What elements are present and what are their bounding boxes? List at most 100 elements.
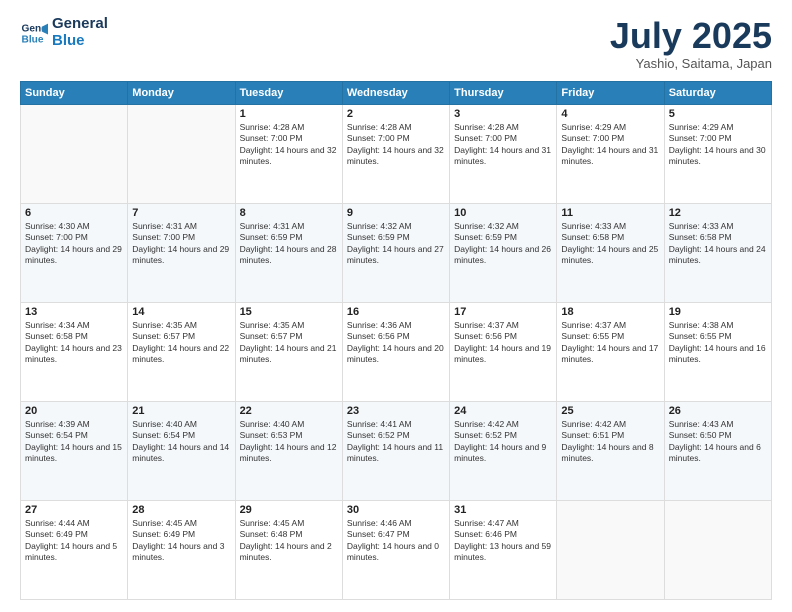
calendar-cell: 12 Sunrise: 4:33 AM Sunset: 6:58 PM Dayli… [664,203,771,302]
week-row-5: 27 Sunrise: 4:44 AM Sunset: 6:49 PM Dayli… [21,500,772,599]
week-row-1: 1 Sunrise: 4:28 AM Sunset: 7:00 PM Daylig… [21,104,772,203]
week-row-2: 6 Sunrise: 4:30 AM Sunset: 7:00 PM Daylig… [21,203,772,302]
page: General Blue General Blue July 2025 Yash… [0,0,792,612]
day-number: 7 [132,207,230,219]
col-header-friday: Friday [557,81,664,104]
week-row-4: 20 Sunrise: 4:39 AM Sunset: 6:54 PM Dayli… [21,401,772,500]
day-number: 30 [347,504,445,516]
cell-info: Sunrise: 4:46 AM Sunset: 6:47 PM Dayligh… [347,518,445,564]
calendar-cell: 30 Sunrise: 4:46 AM Sunset: 6:47 PM Dayli… [342,500,449,599]
calendar-cell [664,500,771,599]
day-number: 27 [25,504,123,516]
calendar-cell [557,500,664,599]
cell-info: Sunrise: 4:28 AM Sunset: 7:00 PM Dayligh… [240,122,338,168]
day-number: 31 [454,504,552,516]
calendar-cell [21,104,128,203]
day-number: 6 [25,207,123,219]
cell-info: Sunrise: 4:44 AM Sunset: 6:49 PM Dayligh… [25,518,123,564]
calendar-cell [128,104,235,203]
logo: General Blue General Blue [20,16,108,49]
cell-info: Sunrise: 4:40 AM Sunset: 6:54 PM Dayligh… [132,419,230,465]
cell-info: Sunrise: 4:30 AM Sunset: 7:00 PM Dayligh… [25,221,123,267]
logo-icon: General Blue [20,19,48,47]
cell-info: Sunrise: 4:32 AM Sunset: 6:59 PM Dayligh… [347,221,445,267]
day-number: 2 [347,108,445,120]
calendar-cell: 24 Sunrise: 4:42 AM Sunset: 6:52 PM Dayli… [450,401,557,500]
day-number: 1 [240,108,338,120]
day-number: 22 [240,405,338,417]
calendar-cell: 26Sunrise: 4:43 AM Sunset: 6:50 PM Dayli… [664,401,771,500]
col-header-saturday: Saturday [664,81,771,104]
cell-info: Sunrise: 4:32 AM Sunset: 6:59 PM Dayligh… [454,221,552,267]
calendar-cell: 6 Sunrise: 4:30 AM Sunset: 7:00 PM Daylig… [21,203,128,302]
calendar-cell: 15Sunrise: 4:35 AM Sunset: 6:57 PM Dayli… [235,302,342,401]
calendar-cell: 2 Sunrise: 4:28 AM Sunset: 7:00 PM Daylig… [342,104,449,203]
calendar-cell: 25 Sunrise: 4:42 AM Sunset: 6:51 PM Dayli… [557,401,664,500]
cell-info: Sunrise: 4:31 AM Sunset: 7:00 PM Dayligh… [132,221,230,267]
calendar-table: SundayMondayTuesdayWednesdayThursdayFrid… [20,81,772,600]
cell-info: Sunrise: 4:33 AM Sunset: 6:58 PM Dayligh… [561,221,659,267]
calendar-cell: 19 Sunrise: 4:38 AM Sunset: 6:55 PM Dayli… [664,302,771,401]
cell-info: Sunrise: 4:42 AM Sunset: 6:52 PM Dayligh… [454,419,552,465]
cell-info: Sunrise: 4:33 AM Sunset: 6:58 PM Dayligh… [669,221,767,267]
logo-text: General Blue [52,16,108,49]
calendar-cell: 18 Sunrise: 4:37 AM Sunset: 6:55 PM Dayli… [557,302,664,401]
calendar-cell: 27 Sunrise: 4:44 AM Sunset: 6:49 PM Dayli… [21,500,128,599]
cell-info: Sunrise: 4:29 AM Sunset: 7:00 PM Dayligh… [561,122,659,168]
day-number: 26 [669,405,767,417]
col-header-thursday: Thursday [450,81,557,104]
day-number: 18 [561,306,659,318]
day-number: 9 [347,207,445,219]
day-number: 15 [240,306,338,318]
day-number: 20 [25,405,123,417]
calendar-cell: 11 Sunrise: 4:33 AM Sunset: 6:58 PM Dayli… [557,203,664,302]
calendar-header-row: SundayMondayTuesdayWednesdayThursdayFrid… [21,81,772,104]
cell-info: Sunrise: 4:31 AM Sunset: 6:59 PM Dayligh… [240,221,338,267]
cell-info: Sunrise: 4:42 AM Sunset: 6:51 PM Dayligh… [561,419,659,465]
month-title: July 2025 [610,16,772,56]
cell-info: Sunrise: 4:35 AM Sunset: 6:57 PM Dayligh… [132,320,230,366]
calendar-cell: 17Sunrise: 4:37 AM Sunset: 6:56 PM Dayli… [450,302,557,401]
title-block: July 2025 Yashio, Saitama, Japan [610,16,772,71]
calendar-cell: 14 Sunrise: 4:35 AM Sunset: 6:57 PM Dayli… [128,302,235,401]
day-number: 16 [347,306,445,318]
day-number: 3 [454,108,552,120]
day-number: 25 [561,405,659,417]
cell-info: Sunrise: 4:47 AM Sunset: 6:46 PM Dayligh… [454,518,552,564]
col-header-monday: Monday [128,81,235,104]
calendar-cell: 13 Sunrise: 4:34 AM Sunset: 6:58 PM Dayli… [21,302,128,401]
cell-info: Sunrise: 4:34 AM Sunset: 6:58 PM Dayligh… [25,320,123,366]
day-number: 19 [669,306,767,318]
week-row-3: 13 Sunrise: 4:34 AM Sunset: 6:58 PM Dayli… [21,302,772,401]
cell-info: Sunrise: 4:28 AM Sunset: 7:00 PM Dayligh… [347,122,445,168]
day-number: 13 [25,306,123,318]
calendar-cell: 31 Sunrise: 4:47 AM Sunset: 6:46 PM Dayli… [450,500,557,599]
header: General Blue General Blue July 2025 Yash… [20,16,772,71]
svg-text:Blue: Blue [22,34,44,45]
cell-info: Sunrise: 4:39 AM Sunset: 6:54 PM Dayligh… [25,419,123,465]
day-number: 12 [669,207,767,219]
calendar-cell: 1 Sunrise: 4:28 AM Sunset: 7:00 PM Daylig… [235,104,342,203]
day-number: 29 [240,504,338,516]
cell-info: Sunrise: 4:38 AM Sunset: 6:55 PM Dayligh… [669,320,767,366]
calendar-cell: 9 Sunrise: 4:32 AM Sunset: 6:59 PM Daylig… [342,203,449,302]
cell-info: Sunrise: 4:45 AM Sunset: 6:49 PM Dayligh… [132,518,230,564]
day-number: 23 [347,405,445,417]
col-header-tuesday: Tuesday [235,81,342,104]
calendar-cell: 8Sunrise: 4:31 AM Sunset: 6:59 PM Daylig… [235,203,342,302]
day-number: 24 [454,405,552,417]
day-number: 11 [561,207,659,219]
col-header-sunday: Sunday [21,81,128,104]
cell-info: Sunrise: 4:40 AM Sunset: 6:53 PM Dayligh… [240,419,338,465]
calendar-cell: 3Sunrise: 4:28 AM Sunset: 7:00 PM Daylig… [450,104,557,203]
col-header-wednesday: Wednesday [342,81,449,104]
cell-info: Sunrise: 4:45 AM Sunset: 6:48 PM Dayligh… [240,518,338,564]
calendar-cell: 23Sunrise: 4:41 AM Sunset: 6:52 PM Dayli… [342,401,449,500]
day-number: 4 [561,108,659,120]
cell-info: Sunrise: 4:37 AM Sunset: 6:55 PM Dayligh… [561,320,659,366]
calendar-cell: 7 Sunrise: 4:31 AM Sunset: 7:00 PM Daylig… [128,203,235,302]
day-number: 14 [132,306,230,318]
day-number: 5 [669,108,767,120]
cell-info: Sunrise: 4:37 AM Sunset: 6:56 PM Dayligh… [454,320,552,366]
day-number: 28 [132,504,230,516]
